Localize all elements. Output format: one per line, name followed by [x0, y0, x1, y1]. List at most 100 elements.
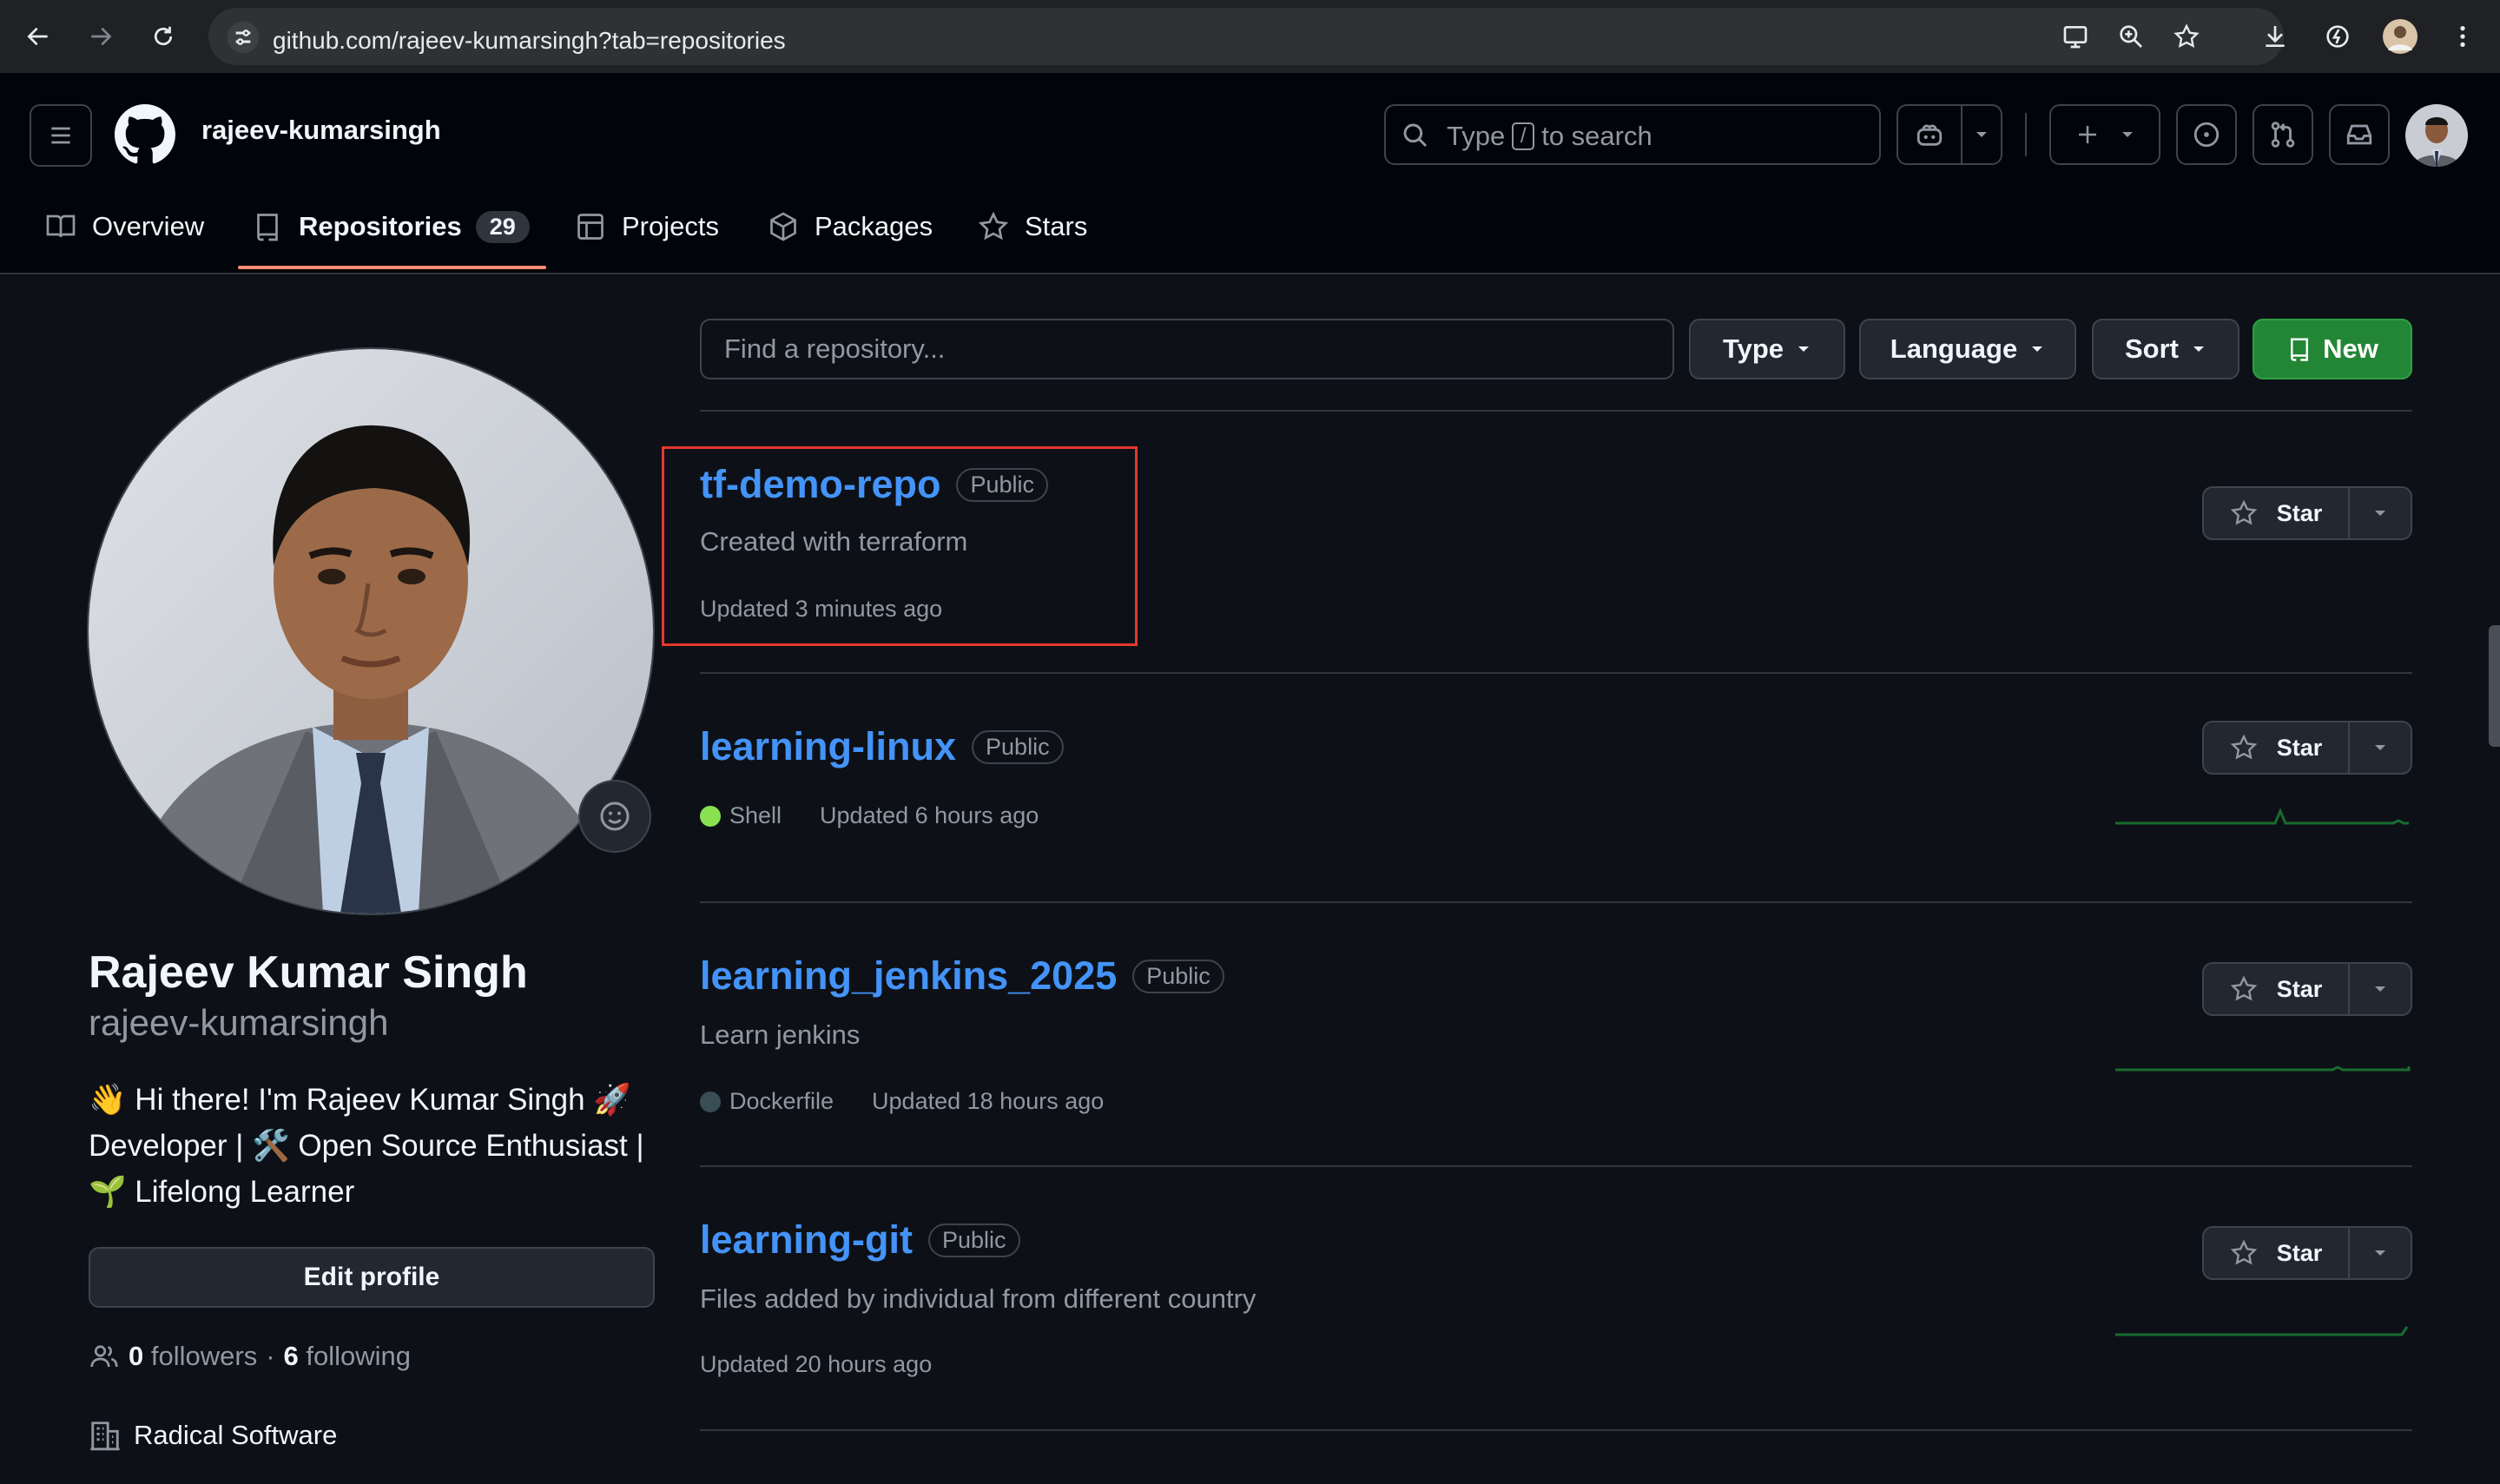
search-placeholder: Type / to search [1447, 121, 1652, 152]
chevron-down-icon[interactable] [1962, 127, 2001, 142]
following-link[interactable]: 6 following [284, 1341, 412, 1372]
zoom-icon[interactable] [2110, 16, 2152, 57]
caret-down-icon [2375, 1250, 2385, 1256]
tab-packages-label: Packages [815, 211, 933, 241]
caret-down-icon [2375, 745, 2385, 750]
search-input[interactable]: Type / to search [1384, 104, 1881, 165]
new-label: New [2323, 333, 2378, 364]
set-status-button[interactable] [578, 780, 651, 853]
star-button[interactable]: Star [2204, 488, 2350, 538]
search-shortcut-key: / [1512, 122, 1535, 150]
user-avatar[interactable] [2405, 104, 2468, 167]
following-label: following [306, 1341, 412, 1371]
sort-label: Sort [2125, 333, 2179, 364]
new-repository-button[interactable]: New [2253, 319, 2412, 379]
copilot-button[interactable] [1896, 104, 2002, 165]
followers-link[interactable]: 0 followers [129, 1341, 257, 1372]
repo-icon [257, 214, 278, 241]
header-username[interactable]: rajeev-kumarsingh [201, 115, 441, 146]
people-icon [90, 1345, 118, 1368]
star-list-dropdown[interactable] [2350, 1228, 2411, 1278]
language-filter-label: Language [1890, 333, 2018, 364]
hamburger-menu-button[interactable] [30, 104, 92, 167]
star-list-dropdown[interactable] [2350, 488, 2411, 538]
star-icon [2230, 1239, 2258, 1265]
tab-projects[interactable]: Projects [575, 205, 719, 248]
repo-updated: Updated 18 hours ago [872, 1088, 1105, 1114]
list-divider [700, 1165, 2412, 1167]
browser-profile-avatar[interactable] [2379, 16, 2421, 57]
pull-requests-button[interactable] [2253, 104, 2313, 165]
tab-stars[interactable]: Stars [978, 205, 1087, 248]
visibility-badge: Public [1132, 959, 1224, 993]
list-divider [700, 1429, 2412, 1431]
profile-full-name: Rajeev Kumar Singh [89, 947, 528, 998]
caret-down-icon [2375, 986, 2385, 992]
create-new-button[interactable] [2049, 104, 2160, 165]
cast-icon[interactable] [2055, 16, 2096, 57]
visibility-badge: Public [972, 729, 1064, 764]
visibility-badge: Public [928, 1223, 1020, 1257]
repositories-count-badge: 29 [475, 210, 530, 243]
github-header: rajeev-kumarsingh Type / to search Overv… [0, 73, 2500, 274]
tab-repositories[interactable]: Repositories 29 [252, 205, 530, 248]
star-icon [2230, 499, 2258, 525]
star-icon [2230, 734, 2258, 760]
pull-request-icon [2271, 122, 2295, 148]
reload-icon[interactable] [142, 16, 184, 57]
browser-menu-icon[interactable] [2442, 16, 2484, 57]
star-list-dropdown[interactable] [2350, 722, 2411, 773]
search-placeholder-prefix: Type [1447, 121, 1506, 151]
sort-button[interactable]: Sort [2092, 319, 2239, 379]
followers-count: 0 [129, 1341, 144, 1371]
repo-title-row: learning_jenkins_2025 Public [700, 953, 1224, 999]
star-label: Star [2276, 734, 2323, 761]
follow-stats: 0 followers · 6 following [89, 1341, 411, 1372]
language-filter-button[interactable]: Language [1859, 319, 2076, 379]
star-button[interactable]: Star [2204, 722, 2350, 773]
activity-sparkline [2115, 808, 2409, 825]
chevron-down-icon [2122, 132, 2133, 137]
star-button-group: Star [2202, 721, 2412, 775]
issues-button[interactable] [2176, 104, 2237, 165]
star-label: Star [2276, 1239, 2323, 1266]
github-logo-icon[interactable] [115, 104, 175, 165]
back-icon[interactable] [17, 16, 59, 57]
type-filter-button[interactable]: Type [1689, 319, 1845, 379]
smiley-icon [600, 801, 630, 831]
profile-avatar[interactable] [87, 347, 655, 915]
repo-language: Shell [729, 802, 782, 828]
repo-name-link[interactable]: learning_jenkins_2025 [700, 953, 1117, 999]
star-icon [2230, 975, 2258, 1001]
site-info-icon[interactable] [226, 20, 261, 55]
organization-row: Radical Software [89, 1419, 337, 1452]
bookmark-star-icon[interactable] [2166, 16, 2207, 57]
star-button[interactable]: Star [2204, 1228, 2350, 1278]
list-divider [700, 672, 2412, 674]
inbox-button[interactable] [2329, 104, 2390, 165]
scrollbar-thumb[interactable] [2489, 625, 2500, 747]
url-text[interactable]: github.com/rajeev-kumarsingh?tab=reposit… [273, 25, 786, 56]
find-repository-input[interactable] [700, 319, 1674, 379]
star-label: Star [2276, 499, 2323, 526]
star-button[interactable]: Star [2204, 964, 2350, 1014]
tab-overview[interactable]: Overview [45, 205, 204, 248]
forward-icon[interactable] [80, 16, 122, 57]
address-bar[interactable]: github.com/rajeev-kumarsingh?tab=reposit… [208, 8, 2284, 65]
star-label: Star [2276, 975, 2323, 1002]
header-divider [2025, 113, 2027, 156]
star-list-dropdown[interactable] [2350, 964, 2411, 1014]
inbox-icon [2346, 124, 2372, 145]
repo-name-link[interactable]: learning-linux [700, 724, 956, 769]
caret-down-icon [2193, 346, 2204, 352]
star-button-group: Star [2202, 1226, 2412, 1280]
repo-meta: Updated 20 hours ago [700, 1351, 932, 1378]
performance-icon[interactable] [2317, 16, 2358, 57]
repo-name-link[interactable]: learning-git [700, 1217, 913, 1263]
download-icon[interactable] [2254, 16, 2296, 57]
tab-stars-label: Stars [1025, 211, 1088, 241]
star-button-group: Star [2202, 962, 2412, 1016]
activity-sparkline [2115, 1065, 2411, 1072]
tab-packages[interactable]: Packages [768, 205, 933, 248]
edit-profile-button[interactable]: Edit profile [89, 1247, 655, 1308]
